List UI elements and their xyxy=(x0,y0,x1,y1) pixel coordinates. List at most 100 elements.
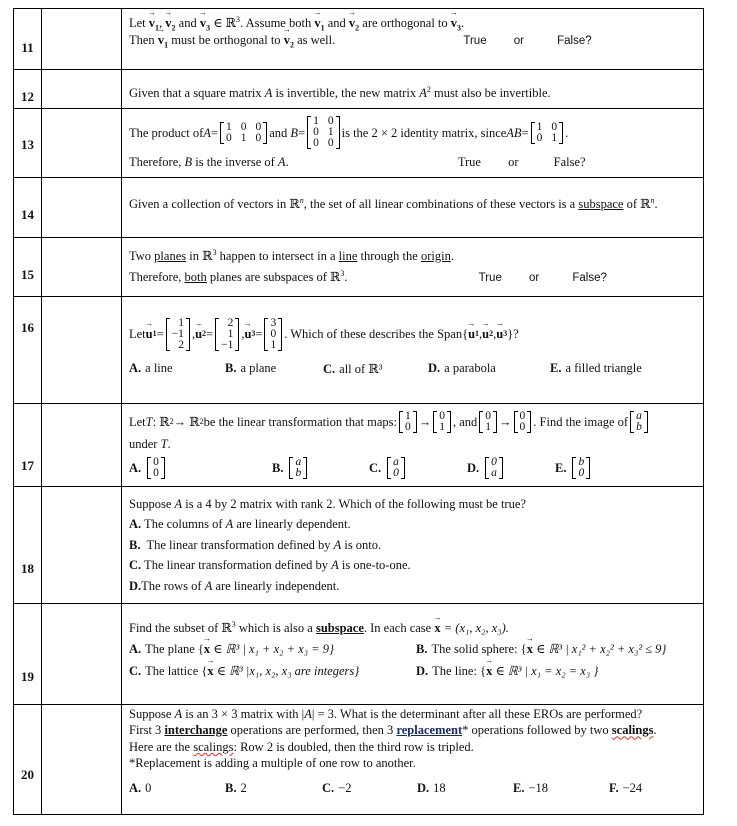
vector-u3: 301 xyxy=(264,316,283,351)
question-number: 12 xyxy=(13,69,42,109)
option-a[interactable]: A. 0 xyxy=(129,781,225,796)
matrix-entry: 0 xyxy=(270,327,277,340)
options: A. 0 B. 2 C. −2 D. 18 E. −18 F. −24 xyxy=(129,781,699,796)
true-option[interactable]: True xyxy=(458,155,481,169)
answer-cell[interactable] xyxy=(41,8,122,70)
option-b[interactable]: B. a plane xyxy=(225,361,323,377)
matrix-entry: 0 xyxy=(404,420,411,433)
question-text: Given that a square matrix A is invertib… xyxy=(121,69,704,109)
vector-image-e1: 01 xyxy=(433,410,451,433)
quiz-table: 1 1 Let v1, v2 and v3 ∈ ℝ3. Assume both v… xyxy=(13,8,704,815)
question-row-18: 18 Suppose A is a 4 by 2 matrix with ran… xyxy=(13,486,704,604)
question-text: Find the subset of ℝ3 which is also a su… xyxy=(121,603,704,705)
matrix-entry: 3 xyxy=(270,316,277,329)
answer-cell[interactable] xyxy=(41,296,122,404)
answer-cell[interactable] xyxy=(41,108,122,178)
false-option[interactable]: False? xyxy=(572,272,607,285)
vector-ab: ab xyxy=(630,410,648,433)
option-c[interactable]: C. The linear transformation defined by … xyxy=(129,558,699,572)
option-a[interactable]: A. 0 0 xyxy=(129,456,272,480)
answer-cell[interactable] xyxy=(41,177,122,238)
question-text: Two planes in ℝ3 happen to intersect in … xyxy=(121,237,704,297)
option-d[interactable]: D. a parabola xyxy=(428,361,550,377)
false-option[interactable]: False? xyxy=(554,155,586,169)
right-bracket xyxy=(235,317,240,351)
option-b[interactable]: B. 2 xyxy=(225,781,322,796)
matrix-entry: 1 xyxy=(227,327,234,340)
option-d[interactable]: D.The line: {x ∈ ℝ³ | x₁ = x₂ = x₃ } xyxy=(416,663,598,679)
option-a[interactable]: A. a line xyxy=(129,361,225,377)
question-number: 15 xyxy=(13,237,42,297)
right-bracket xyxy=(559,121,564,144)
right-bracket xyxy=(185,317,190,351)
option-c[interactable]: C. all of ℝ³ xyxy=(323,361,428,377)
matrix-entry: 0 xyxy=(578,467,585,480)
answer-cell[interactable] xyxy=(41,704,122,815)
matrix-entry: b xyxy=(636,420,642,433)
option-c[interactable]: C. −2 xyxy=(322,781,417,796)
matrix-entry: 0 xyxy=(536,131,543,144)
answer-cell[interactable] xyxy=(41,237,122,297)
question-number: 17 xyxy=(13,403,42,487)
option-e[interactable]: E. b 0 xyxy=(555,456,592,480)
vector-v2: v xyxy=(165,16,171,30)
matrix-entry: −1 xyxy=(221,338,234,351)
question-number: 14 xyxy=(13,177,42,238)
true-option[interactable]: True xyxy=(463,35,486,48)
option-b[interactable]: B.The solid sphere: {x ∈ ℝ³ | x₁² + x₂² … xyxy=(416,641,666,657)
option-b[interactable]: B. The linear transformation defined by … xyxy=(129,538,699,552)
question-row-11: 11 Let v1, v2 and v3 ∈ ℝ3. Assume both v… xyxy=(13,8,704,70)
option-b[interactable]: B. a b xyxy=(272,456,369,480)
question-text: Let v1, v2 and v3 ∈ ℝ3. Assume both v1 a… xyxy=(121,8,704,70)
matrix-A: 100100 xyxy=(219,121,268,144)
option-d[interactable]: D. 18 xyxy=(417,781,513,796)
question-row-15: 15 Two planes in ℝ3 happen to intersect … xyxy=(13,237,704,297)
option-a[interactable]: A. The columns of A are linearly depende… xyxy=(129,517,699,531)
matrix-entry: 0 xyxy=(255,131,262,144)
option-d[interactable]: D.The rows of A are linearly independent… xyxy=(129,579,699,593)
option-d[interactable]: D. 0 a xyxy=(467,456,555,480)
answer-cell[interactable] xyxy=(41,403,122,487)
true-option[interactable]: True xyxy=(479,272,502,285)
option-c[interactable]: C.The lattice {x ∈ ℝ³ |x₁, x₂, x₃ are in… xyxy=(129,663,416,679)
option-f[interactable]: F. −24 xyxy=(609,781,642,796)
or-label: or xyxy=(528,271,540,284)
matrix-entry: −1 xyxy=(171,327,184,340)
question-text: Suppose A is an 3 × 3 matrix with |A| = … xyxy=(121,704,704,815)
option-e[interactable]: E. a filled triangle xyxy=(550,361,642,377)
matrix-entry: 1 xyxy=(551,131,558,144)
question-number: 13 xyxy=(13,108,42,178)
answer-cell[interactable] xyxy=(41,69,122,109)
question-text: Let u1 = 1−12, u2 = 21−1, u3 = 301 . Whi… xyxy=(121,296,704,404)
false-option[interactable]: False? xyxy=(557,35,592,48)
right-bracket xyxy=(493,410,498,433)
matrix-entry: 1 xyxy=(178,316,184,329)
right-bracket xyxy=(527,410,532,433)
vector-image-e2: 00 xyxy=(513,410,532,433)
right-bracket xyxy=(586,457,591,480)
right-bracket xyxy=(263,121,268,144)
matrix-entry: 0 xyxy=(519,420,526,433)
question-text: Suppose A is a 4 by 2 matrix with rank 2… xyxy=(121,486,704,604)
option-c[interactable]: C. a 0 xyxy=(369,456,467,480)
answer-cell[interactable] xyxy=(41,603,122,705)
question-number: 18 xyxy=(13,486,42,604)
right-bracket xyxy=(160,457,165,480)
option-e[interactable]: E. −18 xyxy=(513,781,609,796)
matrix-entry: b xyxy=(295,467,302,480)
right-bracket xyxy=(400,457,405,480)
right-bracket xyxy=(498,457,503,480)
matrix-B: 100010 xyxy=(307,116,340,150)
matrix-entry: 0 xyxy=(153,467,159,480)
matrix-entry: 0 xyxy=(225,131,232,144)
matrix-entry: a xyxy=(491,467,497,480)
question-text: Given a collection of vectors in ℝn, the… xyxy=(121,177,704,238)
matrix-entry: 0 xyxy=(313,137,319,150)
matrix-entry: 2 xyxy=(178,338,184,351)
matrix-entry: 1 xyxy=(240,131,247,144)
answer-cell[interactable] xyxy=(41,486,122,604)
question-text: Let T: ℝ2 → ℝ2 be the linear transformat… xyxy=(121,403,704,487)
option-a[interactable]: A.The plane {x ∈ ℝ³ | x₁ + x₂ + x₃ = 9} xyxy=(129,641,416,657)
vector-e1: 10 xyxy=(398,410,417,433)
question-row-13: 13 The product of A = 100100 and B = 100… xyxy=(13,108,704,178)
